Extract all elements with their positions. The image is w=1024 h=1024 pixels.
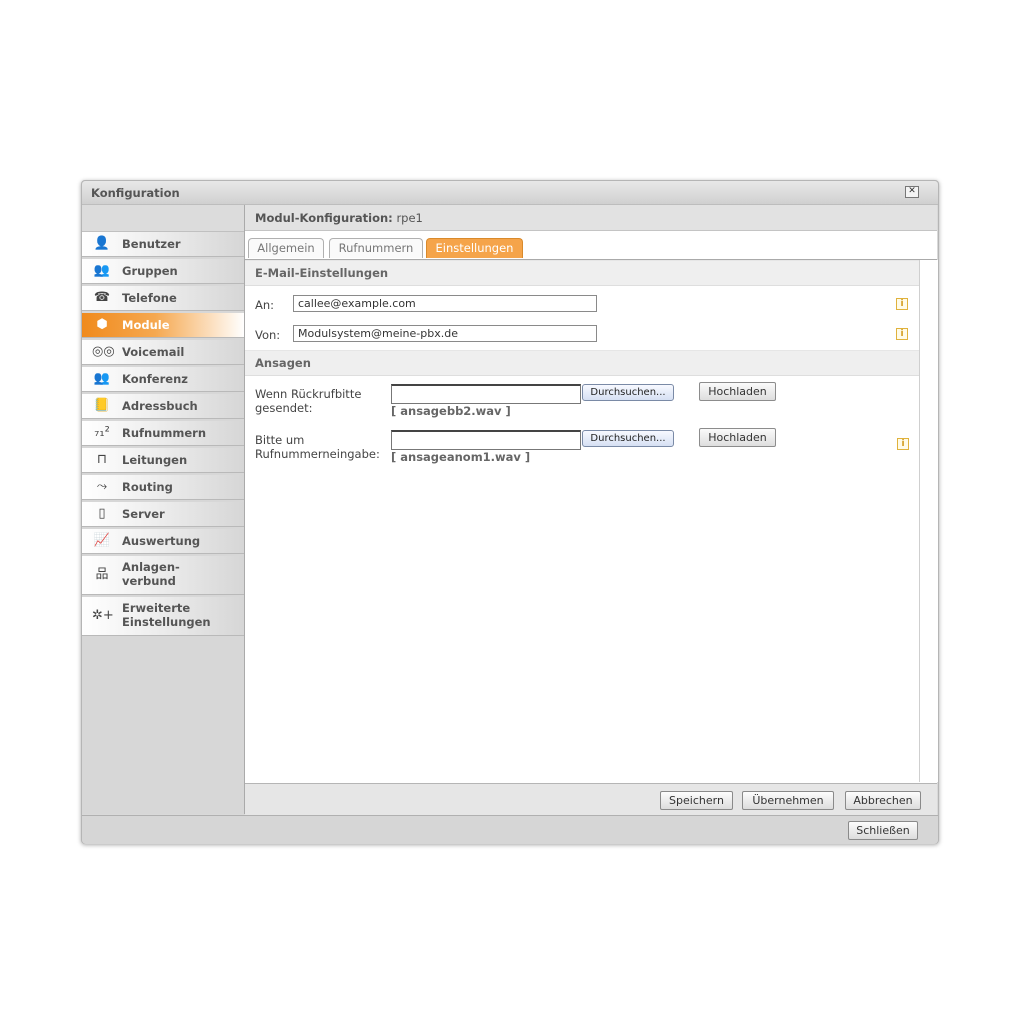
browse-button[interactable]: Durchsuchen... bbox=[582, 430, 674, 447]
main-panel: Modul-Konfiguration: rpe1 Allgemein Rufn… bbox=[245, 205, 938, 815]
advanced-settings-icon: ✲+ bbox=[92, 608, 114, 623]
lines-icon: ⊓ bbox=[96, 452, 108, 467]
sidebar-item-label: Leitungen bbox=[122, 453, 188, 467]
tab-allgemein[interactable]: Allgemein bbox=[248, 238, 324, 258]
info-icon[interactable]: i bbox=[896, 328, 908, 340]
tab-bar: Allgemein Rufnummern Einstellungen bbox=[245, 231, 937, 260]
window-bottom-bar: Schließen bbox=[82, 815, 938, 844]
sidebar-item-server[interactable]: ▯ Server bbox=[82, 502, 244, 527]
sidebar-item-label: Adressbuch bbox=[122, 399, 198, 413]
sidebar-item-label: Telefone bbox=[122, 291, 177, 305]
number-entry-file-input[interactable] bbox=[391, 430, 581, 450]
tab-rufnummern[interactable]: Rufnummern bbox=[329, 238, 423, 258]
sidebar-item-label: Anlagen- verbund bbox=[122, 560, 180, 588]
sidebar: 👤 Benutzer 👥 Gruppen ☎ Telefone ⬢ Module… bbox=[82, 205, 245, 814]
sidebar-item-konferenz[interactable]: 👥 Konferenz bbox=[82, 367, 244, 392]
to-label: An: bbox=[255, 298, 275, 312]
sidebar-item-label: Rufnummern bbox=[122, 426, 207, 440]
sidebar-item-rufnummern[interactable]: ₇₁² Rufnummern bbox=[82, 421, 244, 446]
sidebar-header bbox=[82, 205, 244, 232]
network-icon: 品 bbox=[95, 567, 109, 582]
number-entry-announcement-label: Bitte um Rufnummerneingabe: bbox=[255, 433, 380, 461]
conference-icon: 👥 bbox=[93, 371, 111, 386]
numbers-icon: ₇₁² bbox=[94, 425, 110, 440]
sidebar-item-leitungen[interactable]: ⊓ Leitungen bbox=[82, 448, 244, 473]
sidebar-item-label: Gruppen bbox=[122, 264, 178, 278]
sidebar-item-module[interactable]: ⬢ Module bbox=[82, 313, 244, 338]
from-email-field[interactable]: Modulsystem@meine-pbx.de bbox=[293, 325, 597, 342]
callback-filename: [ ansagebb2.wav ] bbox=[391, 404, 511, 418]
voicemail-icon: ◎◎ bbox=[92, 344, 115, 359]
callback-file-input[interactable] bbox=[391, 384, 581, 404]
announcements-section-title: Ansagen bbox=[255, 356, 311, 370]
sidebar-item-adressbuch[interactable]: 📒 Adressbuch bbox=[82, 394, 244, 419]
module-header-text: Modul-Konfiguration: rpe1 bbox=[255, 211, 423, 225]
sidebar-item-auswertung[interactable]: 📈 Auswertung bbox=[82, 529, 244, 554]
scrollbar-track[interactable] bbox=[919, 260, 938, 782]
sidebar-item-telefone[interactable]: ☎ Telefone bbox=[82, 286, 244, 311]
chart-icon: 📈 bbox=[93, 533, 111, 548]
email-section-title: E-Mail-Einstellungen bbox=[255, 266, 389, 280]
sidebar-item-benutzer[interactable]: 👤 Benutzer bbox=[82, 232, 244, 257]
sidebar-item-label: Erweiterte Einstellungen bbox=[122, 601, 211, 629]
sidebar-item-voicemail[interactable]: ◎◎ Voicemail bbox=[82, 340, 244, 365]
number-entry-filename: [ ansageanom1.wav ] bbox=[391, 450, 531, 464]
announcements-section-header: Ansagen bbox=[245, 350, 919, 376]
sidebar-item-label: Konferenz bbox=[122, 372, 188, 386]
email-section-header: E-Mail-Einstellungen bbox=[245, 260, 919, 286]
close-button[interactable]: Schließen bbox=[848, 821, 918, 840]
sidebar-item-routing[interactable]: ⤳ Routing bbox=[82, 475, 244, 500]
sidebar-item-label: Server bbox=[122, 507, 165, 521]
sidebar-item-label: Benutzer bbox=[122, 237, 181, 251]
routing-icon: ⤳ bbox=[96, 479, 108, 494]
browse-button[interactable]: Durchsuchen... bbox=[582, 384, 674, 401]
sidebar-item-label: Module bbox=[122, 318, 170, 332]
save-button[interactable]: Speichern bbox=[660, 791, 733, 810]
sidebar-item-erweiterte-einstellungen[interactable]: ✲+ Erweiterte Einstellungen bbox=[82, 597, 244, 636]
server-icon: ▯ bbox=[98, 506, 106, 521]
addressbook-icon: 📒 bbox=[93, 398, 111, 413]
window-titlebar: Konfiguration ✕ bbox=[82, 181, 938, 205]
configuration-window: Konfiguration ✕ 👤 Benutzer 👥 Gruppen ☎ T… bbox=[81, 180, 939, 844]
sidebar-item-label: Routing bbox=[122, 480, 173, 494]
module-header: Modul-Konfiguration: rpe1 bbox=[245, 205, 937, 231]
info-icon[interactable]: i bbox=[897, 438, 909, 450]
phone-icon: ☎ bbox=[93, 290, 111, 305]
tab-einstellungen[interactable]: Einstellungen bbox=[426, 238, 523, 258]
close-icon[interactable]: ✕ bbox=[905, 186, 919, 198]
from-label: Von: bbox=[255, 328, 281, 342]
sidebar-item-anlagenverbund[interactable]: 品 Anlagen- verbund bbox=[82, 556, 244, 595]
window-title: Konfiguration bbox=[91, 186, 180, 200]
module-header-label: Modul-Konfiguration: bbox=[255, 211, 393, 225]
user-icon: 👤 bbox=[93, 236, 111, 251]
sidebar-item-gruppen[interactable]: 👥 Gruppen bbox=[82, 259, 244, 284]
sidebar-item-label: Voicemail bbox=[122, 345, 185, 359]
cancel-button[interactable]: Abbrechen bbox=[845, 791, 921, 810]
module-box-icon: ⬢ bbox=[96, 317, 108, 332]
upload-button[interactable]: Hochladen bbox=[699, 382, 776, 401]
upload-button[interactable]: Hochladen bbox=[699, 428, 776, 447]
module-header-value: rpe1 bbox=[396, 211, 423, 225]
settings-content: E-Mail-Einstellungen An: callee@example.… bbox=[245, 260, 919, 782]
to-email-field[interactable]: callee@example.com bbox=[293, 295, 597, 312]
group-icon: 👥 bbox=[93, 263, 111, 278]
sidebar-item-label: Auswertung bbox=[122, 534, 201, 548]
action-bar: Speichern Übernehmen Abbrechen bbox=[245, 783, 937, 815]
apply-button[interactable]: Übernehmen bbox=[742, 791, 834, 810]
callback-announcement-label: Wenn Rückrufbitte gesendet: bbox=[255, 387, 362, 415]
info-icon[interactable]: i bbox=[896, 298, 908, 310]
